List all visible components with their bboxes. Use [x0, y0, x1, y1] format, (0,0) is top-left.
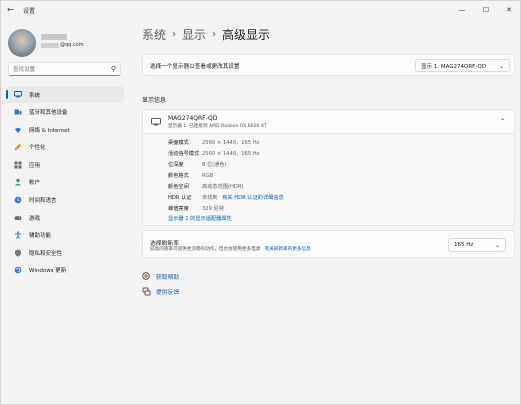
sidebar-item-gaming[interactable]: 游戏	[6, 209, 124, 226]
display-dropdown-value: 显示 1: MAG274QRF-QD	[421, 63, 487, 70]
refresh-rate-desc-text: 较高的速率可提供更流畅的动作，但也会使用更多电源	[150, 247, 261, 252]
info-value: 329 尼特	[202, 206, 224, 212]
chevron-right-icon: ›	[172, 29, 177, 40]
sidebar-item-label: 个性化	[29, 145, 46, 152]
minimize-button[interactable]: —	[456, 4, 468, 16]
chevron-up-icon[interactable]: ⌃	[500, 118, 505, 125]
shield-icon	[14, 249, 22, 257]
settings-window: ← 设置 — ☐ ✕ @qq.com ⚲ 系统	[0, 0, 521, 405]
refresh-rate-value: 165 Hz	[454, 242, 474, 248]
display-dropdown[interactable]: 显示 1: MAG274QRF-QD ⌄	[415, 59, 510, 72]
sidebar-item-apps[interactable]: 应用	[6, 156, 124, 173]
refresh-rate-description: 较高的速率可提供更流畅的动作，但也会使用更多电源 有关刷新率的更多信息	[150, 246, 311, 252]
account-email: @qq.com	[41, 42, 84, 48]
sidebar-item-label: 网络 & Internet	[29, 127, 70, 134]
sidebar-item-label: 应用	[29, 162, 41, 169]
info-key: 峰值亮度	[168, 206, 189, 212]
sidebar-item-personalization[interactable]: 个性化	[6, 139, 124, 156]
info-value: 高动态范围(HDR)	[202, 184, 244, 190]
maximize-button[interactable]: ☐	[480, 4, 492, 16]
sidebar-item-accounts[interactable]: 帐户	[6, 174, 124, 191]
feedback-link[interactable]: 提供反馈	[142, 287, 179, 296]
refresh-rate-dropdown[interactable]: 165 Hz ⌄	[448, 238, 506, 252]
sidebar-item-label: 隐私和安全性	[29, 250, 63, 257]
sidebar-item-windows-update[interactable]: Windows 更新	[6, 262, 124, 279]
sidebar-item-label: Windows 更新	[29, 268, 67, 275]
info-key: 活动信号模式	[168, 151, 200, 157]
email-redaction	[41, 42, 59, 48]
refresh-rate-card: 选择刷新率 较高的速率可提供更流畅的动作，但也会使用更多电源 有关刷新率的更多信…	[142, 230, 515, 258]
chevron-down-icon: ⌄	[498, 63, 504, 70]
sidebar-item-accessibility[interactable]: 辅助功能	[6, 227, 124, 244]
sidebar-item-bluetooth[interactable]: 蓝牙和其他设备	[6, 104, 124, 121]
page-title: 高级显示	[222, 28, 271, 42]
chevron-right-icon: ›	[212, 29, 217, 40]
display-info-header[interactable]: MAG274QRF-QD 显示器 1: 已连接到 AMD Radeon RX 6…	[142, 109, 515, 134]
sidebar-item-label: 时间和语言	[29, 198, 57, 205]
sidebar-nav: 系统 蓝牙和其他设备 网络 & Internet 个性化 应用 帐户 时间和语言…	[6, 86, 124, 280]
window-title: 设置	[23, 8, 36, 15]
breadcrumb-display[interactable]: 显示	[182, 26, 206, 43]
adapter-properties-row: 显示器 1 的显示适配器属性	[168, 215, 232, 223]
sidebar: @qq.com ⚲ 系统 蓝牙和其他设备	[1, 19, 129, 405]
title-bar: ← 设置 — ☐ ✕	[1, 1, 520, 19]
info-value: 2560 × 1440，165 Hz	[202, 140, 260, 146]
info-value: 8 位(通色)	[202, 162, 227, 168]
refresh-rate-info-link[interactable]: 有关刷新率的更多信息	[265, 247, 311, 252]
info-key: 桌面模式	[168, 140, 189, 146]
sidebar-item-label: 游戏	[29, 215, 41, 222]
update-icon	[14, 266, 22, 274]
gamepad-icon	[14, 214, 22, 222]
hdr-cert-link[interactable]: 有关 HDR 认证的详细信息	[222, 195, 284, 201]
info-value: 2560 × 1440，165 Hz	[202, 151, 260, 157]
account-name-redacted	[41, 34, 67, 40]
globe-clock-icon	[14, 196, 22, 204]
monitor-name: MAG274QRF-QD	[168, 115, 218, 122]
display-select-label: 选择一个显示器以查看或更改其设置	[150, 64, 240, 70]
chevron-down-icon: ⌄	[494, 242, 500, 249]
help-icon	[142, 272, 151, 281]
sidebar-item-label: 帐户	[29, 180, 41, 187]
breadcrumb: 系统 › 显示 › 高级显示	[142, 26, 270, 43]
sidebar-item-label: 系统	[29, 92, 41, 99]
info-value: RGB	[202, 173, 214, 179]
display-info-body: 桌面模式 2560 × 1440，165 Hz 活动信号模式 2560 × 14…	[142, 134, 515, 226]
sidebar-item-network[interactable]: 网络 & Internet	[6, 121, 124, 138]
info-key: HDR 认证	[168, 195, 192, 201]
person-icon	[14, 178, 22, 186]
info-key: 颜色空间	[168, 184, 189, 190]
sidebar-item-privacy[interactable]: 隐私和安全性	[6, 244, 124, 261]
get-help-link[interactable]: 获取帮助	[142, 272, 179, 281]
search-input[interactable]	[13, 65, 103, 74]
display-select-card: 选择一个显示器以查看或更改其设置 显示 1: MAG274QRF-QD ⌄	[142, 54, 515, 76]
close-button[interactable]: ✕	[503, 4, 515, 16]
breadcrumb-system[interactable]: 系统	[142, 26, 166, 43]
monitor-subtitle: 显示器 1: 已连接到 AMD Radeon RX 6600 XT	[168, 124, 267, 129]
info-value: 未找到 有关 HDR 认证的详细信息	[202, 194, 284, 202]
avatar[interactable]	[8, 29, 36, 57]
get-help-label: 获取帮助	[156, 275, 180, 281]
feedback-icon	[142, 287, 151, 296]
sidebar-item-time-language[interactable]: 时间和语言	[6, 192, 124, 209]
wifi-icon	[14, 126, 22, 134]
apps-icon	[14, 161, 22, 169]
section-title-display-info: 显示信息	[142, 97, 167, 104]
accessibility-icon	[14, 231, 22, 239]
brush-icon	[14, 143, 22, 151]
search-icon[interactable]: ⚲	[111, 65, 116, 74]
adapter-properties-link[interactable]: 显示器 1 的显示适配器属性	[168, 216, 232, 222]
system-icon	[14, 91, 22, 99]
sidebar-item-label: 辅助功能	[29, 233, 52, 240]
account-email-suffix: @qq.com	[60, 42, 84, 48]
sidebar-item-label: 蓝牙和其他设备	[29, 110, 68, 117]
monitor-icon	[151, 118, 161, 128]
sidebar-item-system[interactable]: 系统	[6, 86, 124, 103]
info-key: 位深度	[168, 162, 184, 168]
bluetooth-icon	[14, 108, 22, 116]
hdr-cert-status: 未找到	[202, 195, 218, 201]
info-key: 颜色格式	[168, 173, 189, 179]
feedback-label: 提供反馈	[156, 290, 180, 296]
search-box[interactable]: ⚲	[8, 62, 121, 76]
back-arrow-icon[interactable]: ←	[7, 5, 17, 15]
